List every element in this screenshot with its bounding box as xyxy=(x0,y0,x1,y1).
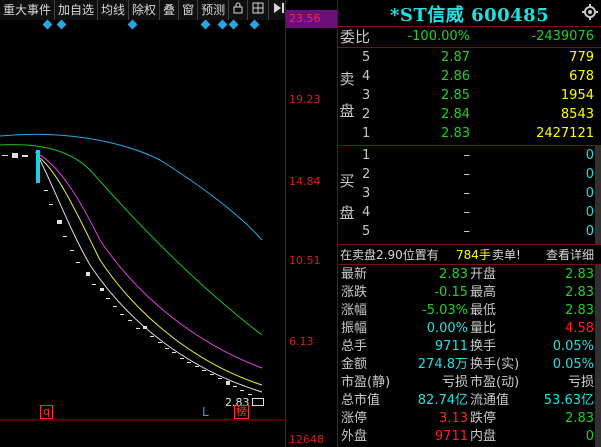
sell-level[interactable]: 5 2.87 779 xyxy=(338,48,601,68)
marker-l[interactable]: L xyxy=(202,405,209,419)
price-axis-label: 19.23 xyxy=(289,93,321,106)
price-dashes xyxy=(44,190,259,399)
stats-row: 振幅 0.00% 量比 4.58 xyxy=(341,321,594,336)
buy-level[interactable]: 3 – 0 xyxy=(338,184,601,204)
candle xyxy=(2,155,8,156)
candle xyxy=(36,150,40,183)
tab-major-events[interactable]: 重大事件 xyxy=(0,0,56,20)
grid-icon[interactable] xyxy=(248,0,270,20)
stats-grid: 最新 2.83 开盘 2.83 涨跌 -0.15 最高 2.83 涨幅 -5.0… xyxy=(338,265,601,447)
panel-scrollbar[interactable] xyxy=(595,265,601,447)
add-watchlist-button[interactable]: 加自选 xyxy=(55,0,99,20)
buy-level[interactable]: 5 – 0 xyxy=(338,222,601,242)
ex-rights-button[interactable]: 除权 xyxy=(129,0,161,20)
stats-row: 总手 9711 换手 0.05% xyxy=(341,339,594,354)
notice-amount: 784手 xyxy=(456,248,491,262)
event-marker[interactable] xyxy=(200,19,211,30)
sell-level[interactable]: 4 2.86 678 xyxy=(338,67,601,87)
stats-row: 金额 274.8万 换手(实) 0.05% xyxy=(341,357,594,372)
event-marker[interactable] xyxy=(56,19,67,30)
kline-chart-area[interactable]: 重大事件 加自选 均线 除权 叠 窗 预测 2.83 q L 榜 xyxy=(0,0,304,447)
event-markers xyxy=(0,19,285,30)
stats-row: 涨幅 -5.03% 最低 2.83 xyxy=(341,303,594,318)
order-ratio-row: 委比 -100.00% -2439076 xyxy=(338,26,601,48)
event-marker[interactable] xyxy=(228,19,239,30)
event-marker[interactable] xyxy=(42,19,53,30)
large-order-notice[interactable]: 在卖盘2.90位置有 784手 卖单! 查看详细 xyxy=(338,245,601,265)
gear-icon[interactable] xyxy=(582,4,598,20)
ma-button[interactable]: 均线 xyxy=(98,0,130,20)
ma-line-white xyxy=(39,159,263,393)
stats-row: 最新 2.83 开盘 2.83 xyxy=(341,267,594,282)
marker-q[interactable]: q xyxy=(40,405,53,419)
lock-icon[interactable] xyxy=(229,0,249,20)
notice-text: 在卖盘2.90位置有 xyxy=(340,248,439,262)
marker-bang[interactable]: 榜 xyxy=(234,405,249,419)
buy-level[interactable]: 1 – 0 xyxy=(338,146,601,166)
chart-toolbar: 重大事件 加自选 均线 除权 叠 窗 预测 xyxy=(0,0,304,20)
window-button[interactable]: 窗 xyxy=(179,0,199,20)
buy-orderbook: 买 盘 1 – 0 2 – 0 3 – 0 4 – 0 5 – 0 xyxy=(338,146,601,244)
stats-row: 涨停 3.13 跌停 2.83 xyxy=(341,411,594,426)
price-axis-label: 10.51 xyxy=(289,254,321,267)
price-axis-label: 14.84 xyxy=(289,175,321,188)
title-bar: *ST信威 600485 xyxy=(338,0,601,26)
panel-scrollbar[interactable] xyxy=(595,146,601,244)
price-axis-label: 6.13 xyxy=(289,335,314,348)
sell-orderbook: 卖 盘 5 2.87 779 4 2.86 678 3 2.85 1954 2 … xyxy=(338,48,601,145)
stats-row: 总市值 82.74亿 流通值 53.63亿 xyxy=(341,393,594,408)
buy-level[interactable]: 4 – 0 xyxy=(338,203,601,223)
overlay-button[interactable]: 叠 xyxy=(160,0,180,20)
stats-row: 涨跌 -0.15 最高 2.83 xyxy=(341,285,594,300)
sell-level[interactable]: 3 2.85 1954 xyxy=(338,86,601,106)
stock-title: *ST信威 600485 xyxy=(390,5,550,26)
candle xyxy=(22,155,28,157)
order-ratio-diff: -2439076 xyxy=(531,29,594,44)
stats-row: 外盘 9711 内盘 0 xyxy=(341,429,594,444)
candle xyxy=(12,153,18,158)
buy-level[interactable]: 2 – 0 xyxy=(338,165,601,185)
volume-axis-label: 12648 xyxy=(289,433,324,446)
ma-line-magenta xyxy=(34,151,263,369)
notice-action: 卖单! xyxy=(492,248,521,262)
order-ratio-label: 委比 xyxy=(340,28,371,46)
price-axis-top: 23.56 xyxy=(286,10,338,28)
stats-row: 市盈(静) 亏损 市盈(动) 亏损 xyxy=(341,375,594,390)
order-ratio-percent: -100.00% xyxy=(407,29,470,44)
sell-level[interactable]: 2 2.84 8543 xyxy=(338,105,601,125)
event-marker[interactable] xyxy=(127,19,138,30)
event-marker[interactable] xyxy=(217,19,228,30)
price-axis: 23.56 19.23 14.84 10.51 6.13 12648 xyxy=(285,0,338,447)
event-marker[interactable] xyxy=(249,19,260,30)
quote-panel: *ST信威 600485 委比 -100.00% -2439076 卖 盘 5 … xyxy=(337,0,601,447)
flag-icon xyxy=(252,398,264,406)
forecast-button[interactable]: 预测 xyxy=(198,0,230,20)
view-detail-link[interactable]: 查看详细 xyxy=(546,245,594,265)
sell-level[interactable]: 1 2.83 2427121 xyxy=(338,124,601,144)
